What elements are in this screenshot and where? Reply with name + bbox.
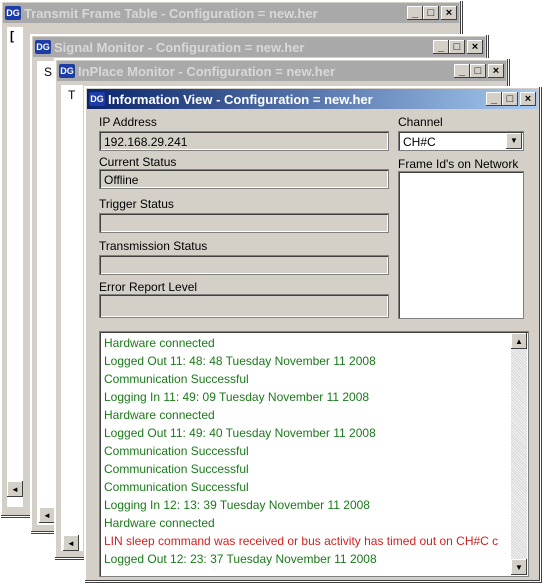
- trigger-status-field: [99, 213, 389, 233]
- minimize-button[interactable]: _: [407, 6, 423, 20]
- app-icon[interactable]: DG: [59, 64, 75, 78]
- log-entry: LIN sleep command was received or bus ac…: [104, 534, 499, 548]
- log-scrollbar[interactable]: [511, 333, 527, 575]
- column-header: [: [10, 29, 14, 43]
- titlebar[interactable]: DG Information View - Configuration = ne…: [87, 89, 538, 109]
- log-entry: Hardware connected: [104, 516, 215, 530]
- scroll-down-button[interactable]: ▼: [511, 559, 527, 575]
- log-entry: Communication Successful: [104, 480, 249, 494]
- log-entry: Communication Successful: [104, 462, 249, 476]
- frame-table[interactable]: [: [7, 27, 23, 507]
- window-title: InPlace Monitor - Configuration = new.he…: [78, 63, 336, 79]
- transmission-status-field: [99, 255, 389, 275]
- titlebar[interactable]: DG Transmit Frame Table - Configuration …: [3, 3, 459, 23]
- log-lines: Hardware connected Logged Out 11: 48: 48 …: [100, 334, 510, 568]
- log-entry: Logging In 12: 13: 39 Tuesday November 1…: [104, 498, 370, 512]
- current-status-field: Offline: [99, 169, 389, 189]
- minimize-button[interactable]: _: [454, 64, 470, 78]
- app-icon[interactable]: DG: [5, 6, 21, 20]
- information-view-window[interactable]: DG Information View - Configuration = ne…: [84, 86, 541, 582]
- log-entry: Logging In 11: 49: 09 Tuesday November 1…: [104, 390, 370, 404]
- ip-address-field: 192.168.29.241: [99, 131, 389, 151]
- log-entry: Logged Out 11: 48: 48 Tuesday November 1…: [104, 354, 376, 368]
- maximize-button[interactable]: □: [502, 92, 518, 106]
- close-button[interactable]: ×: [467, 40, 483, 54]
- close-button[interactable]: ×: [441, 6, 457, 20]
- trigger-status-label: Trigger Status: [99, 197, 174, 211]
- log-entry: Logged Out 11: 49: 40 Tuesday November 1…: [104, 426, 376, 440]
- scroll-left-button[interactable]: ◄: [39, 507, 55, 523]
- channel-select-value: CH#C: [403, 135, 436, 149]
- current-status-label: Current Status: [99, 155, 177, 169]
- frame-ids-listbox[interactable]: [398, 171, 524, 319]
- scroll-left-button[interactable]: ◄: [7, 481, 23, 497]
- error-report-label: Error Report Level: [99, 280, 198, 294]
- status-log[interactable]: Hardware connected Logged Out 11: 48: 48 …: [99, 331, 529, 577]
- window-title: Signal Monitor - Configuration = new.her: [54, 39, 305, 55]
- ip-address-label: IP Address: [99, 115, 157, 129]
- maximize-button[interactable]: □: [423, 6, 439, 20]
- log-entry: Logged Out 12: 23: 37 Tuesday November 1…: [104, 552, 377, 566]
- titlebar[interactable]: DG Signal Monitor - Configuration = new.…: [33, 37, 485, 57]
- log-entry: Hardware connected: [104, 408, 215, 422]
- channel-label: Channel: [398, 115, 443, 129]
- window-title: Information View - Configuration = new.h…: [108, 91, 373, 107]
- log-entry: Communication Successful: [104, 444, 249, 458]
- log-entry: Communication Successful: [104, 372, 249, 386]
- scroll-up-button[interactable]: ▲: [511, 333, 527, 349]
- app-icon[interactable]: DG: [35, 40, 51, 54]
- close-button[interactable]: ×: [488, 64, 504, 78]
- frame-ids-label: Frame Id's on Network: [398, 157, 519, 171]
- window-title: Transmit Frame Table - Configuration = n…: [24, 5, 318, 21]
- error-report-field: [99, 294, 389, 318]
- transmission-status-label: Transmission Status: [99, 239, 208, 253]
- scroll-left-button[interactable]: ◄: [63, 535, 79, 551]
- close-button[interactable]: ×: [520, 92, 536, 106]
- column-header: S: [44, 65, 53, 79]
- minimize-button[interactable]: _: [433, 40, 449, 54]
- minimize-button[interactable]: _: [486, 92, 502, 106]
- log-entry: Hardware connected: [104, 336, 215, 350]
- maximize-button[interactable]: □: [470, 64, 486, 78]
- chevron-down-icon[interactable]: ▼: [506, 133, 522, 149]
- monitor-table[interactable]: T: [61, 85, 83, 551]
- app-icon[interactable]: DG: [89, 92, 105, 106]
- column-header: T: [68, 88, 76, 102]
- maximize-button[interactable]: □: [449, 40, 465, 54]
- channel-select[interactable]: CH#C ▼: [398, 131, 524, 151]
- titlebar[interactable]: DG InPlace Monitor - Configuration = new…: [57, 61, 506, 81]
